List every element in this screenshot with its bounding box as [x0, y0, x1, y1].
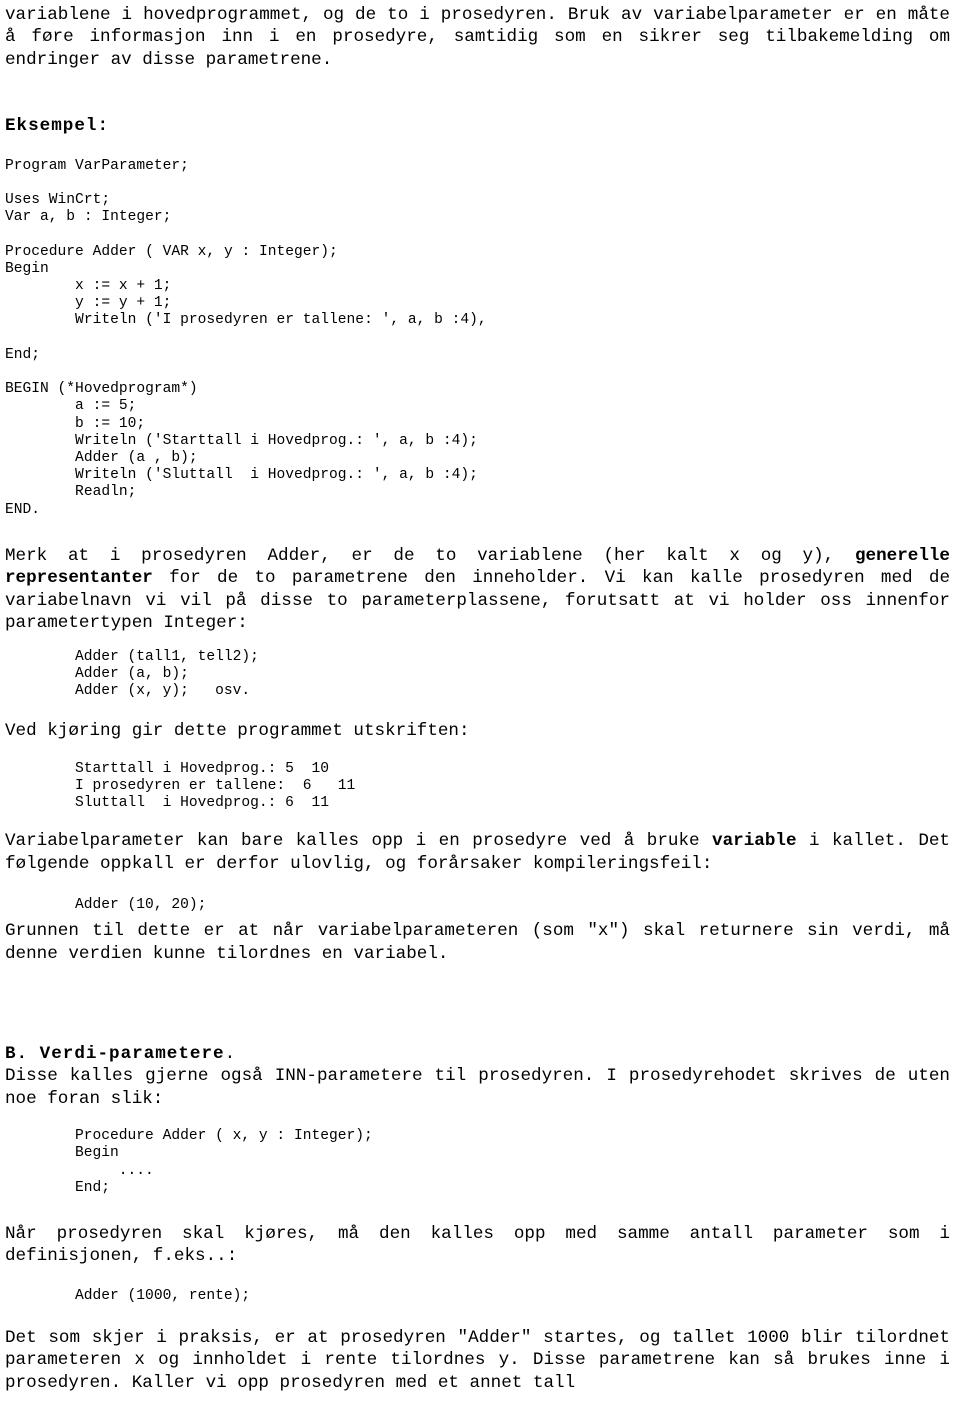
variabelparameter-part1: Variabelparameter kan bare kalles opp i …: [5, 831, 713, 852]
merk-paragraph-part1: Merk at i prosedyren Adder, er de to var…: [5, 545, 855, 566]
program-output-block: Starttall i Hovedprog.: 5 10 I prosedyre…: [75, 760, 356, 811]
variabelparameter-bold: variable: [712, 831, 797, 852]
document-page: variablene i hovedprogrammet, og de to i…: [0, 0, 960, 1409]
value-param-code-block: Procedure Adder ( x, y : Integer); Begin…: [75, 1128, 373, 1196]
section-b-body: Disse kalles gjerne også INN-parametere …: [5, 1066, 950, 1109]
section-b-heading-tail: .: [224, 1043, 237, 1064]
intro-paragraph: variablene i hovedprogrammet, og de to i…: [5, 5, 950, 70]
rente-call-code-block: Adder (1000, rente);: [75, 1287, 251, 1304]
illegal-call-code-block: Adder (10, 20);: [75, 896, 207, 913]
section-b-heading: B. Verdi-parametere.: [0, 1043, 960, 1065]
section-b-heading-bold: B. Verdi-parametere: [5, 1043, 225, 1064]
grunnen-paragraph: Grunnen til dette er at når variabelpara…: [5, 921, 950, 964]
merk-paragraph: Merk at i prosedyren Adder, er de to var…: [0, 545, 960, 635]
example-heading: Eksempel:: [5, 116, 110, 137]
closing-paragraph: Det som skjer i praksis, er at prosedyre…: [5, 1328, 950, 1393]
variabelparameter-paragraph: Variabelparameter kan bare kalles opp i …: [0, 830, 960, 875]
naar-paragraph: Når prosedyren skal kjøres, må den kalle…: [5, 1224, 950, 1267]
run-intro-paragraph: Ved kjøring gir dette programmet utskrif…: [5, 721, 470, 742]
adder-calls-code-block: Adder (tall1, tell2); Adder (a, b); Adde…: [75, 648, 259, 699]
example-code-block: Program VarParameter; Uses WinCrt; Var a…: [5, 157, 487, 518]
